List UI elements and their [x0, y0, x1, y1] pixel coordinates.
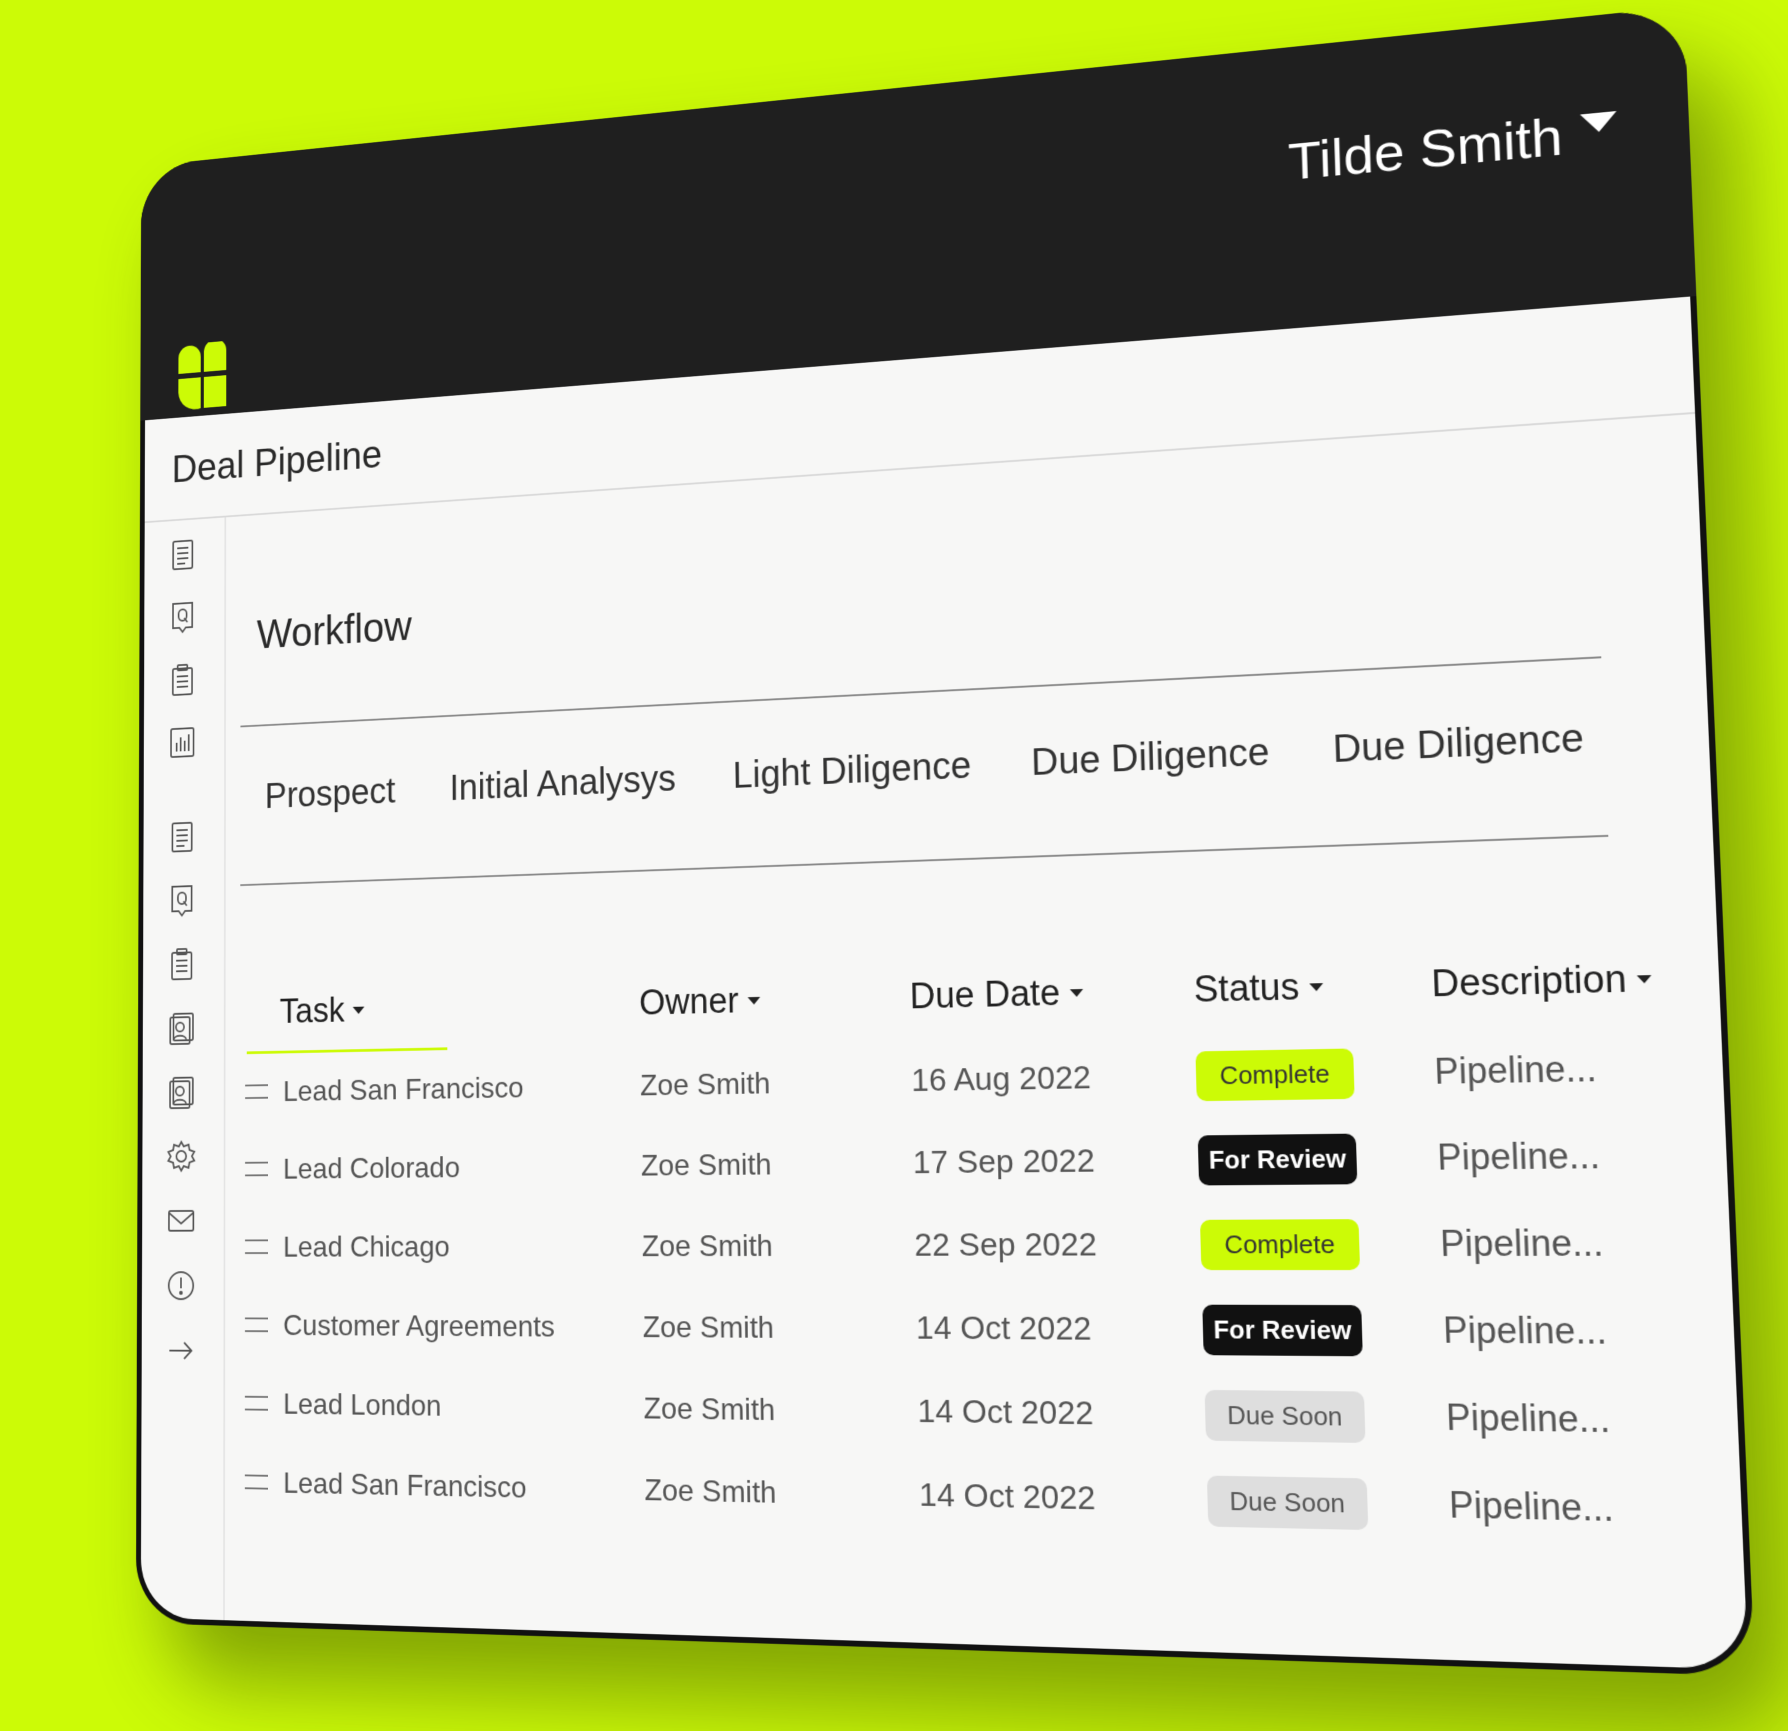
- due-date-cell: 17 Sep 2022: [913, 1141, 1199, 1182]
- sort-caret-icon: [1069, 989, 1082, 997]
- sort-caret-icon: [1309, 983, 1323, 991]
- divider: [240, 835, 1608, 886]
- status-cell: Due Soon: [1207, 1475, 1450, 1531]
- task-cell: Lead Chicago: [240, 1228, 642, 1263]
- arrow-right-icon[interactable]: [164, 1332, 197, 1368]
- column-header-status[interactable]: Status: [1193, 963, 1432, 1011]
- status-cell: For Review: [1202, 1304, 1444, 1356]
- owner-cell: Zoe Smith: [643, 1309, 917, 1346]
- main-content: Workflow Prospect Initial Analysys Light…: [240, 418, 1684, 1667]
- task-cell: Lead San Francisco: [240, 1465, 645, 1507]
- workflow-title: Workflow: [257, 601, 412, 658]
- workflow-stages: Prospect Initial Analysys Light Diligenc…: [240, 716, 1605, 818]
- task-name: Lead Colorado: [283, 1150, 460, 1185]
- owner-cell: Zoe Smith: [641, 1145, 913, 1183]
- column-header-label: Description: [1431, 958, 1628, 1006]
- owner-cell: Zoe Smith: [644, 1472, 919, 1513]
- task-name: Lead San Francisco: [283, 1466, 527, 1505]
- column-header-label: Status: [1193, 967, 1300, 1011]
- status-cell: For Review: [1198, 1132, 1438, 1185]
- status-badge: For Review: [1198, 1133, 1358, 1185]
- column-header-owner[interactable]: Owner: [639, 977, 910, 1024]
- document-icon[interactable]: [166, 819, 198, 855]
- tablet-frame: Tilde Smith Deal Pipeline Workflow Prosp…: [136, 6, 1755, 1676]
- due-date-cell: 14 Oct 2022: [919, 1476, 1208, 1520]
- drag-handle-icon[interactable]: [245, 1396, 268, 1411]
- sort-caret-icon: [748, 997, 761, 1005]
- stage: Tilde Smith Deal Pipeline Workflow Prosp…: [0, 0, 1788, 1731]
- description-cell: Pipeline...: [1445, 1396, 1632, 1441]
- drag-handle-icon[interactable]: [245, 1084, 268, 1099]
- owner-cell: Zoe Smith: [642, 1227, 915, 1263]
- contact-card-icon[interactable]: [165, 1010, 197, 1046]
- status-cell: Complete: [1195, 1046, 1435, 1100]
- description-cell: Pipeline...: [1437, 1135, 1622, 1179]
- status-badge: Due Soon: [1207, 1475, 1368, 1529]
- drag-handle-icon[interactable]: [245, 1474, 268, 1489]
- due-date-cell: 22 Sep 2022: [914, 1225, 1201, 1264]
- due-date-cell: 14 Oct 2022: [917, 1392, 1206, 1434]
- description-cell: Pipeline...: [1439, 1222, 1625, 1265]
- column-header-description[interactable]: Description: [1431, 957, 1653, 1005]
- task-name: Lead London: [283, 1387, 441, 1423]
- page-title: Deal Pipeline: [172, 433, 382, 492]
- sort-caret-icon: [353, 1007, 365, 1014]
- status-badge: For Review: [1202, 1304, 1363, 1356]
- stage-tab-prospect[interactable]: Prospect: [265, 771, 396, 817]
- clipboard-icon[interactable]: [166, 661, 198, 698]
- quote-doc-icon[interactable]: [166, 882, 198, 918]
- bar-chart-icon[interactable]: [166, 724, 198, 761]
- divider: [240, 656, 1601, 727]
- stage-tab-initial-analysis[interactable]: Initial Analysys: [449, 758, 676, 809]
- clipboard-icon[interactable]: [166, 946, 198, 982]
- task-cell: Lead London: [240, 1386, 644, 1425]
- table-row[interactable]: Customer Agreements Zoe Smith 14 Oct 202…: [240, 1286, 1630, 1376]
- stage-tab-light-diligence[interactable]: Light Diligence: [733, 745, 972, 797]
- mail-icon[interactable]: [165, 1203, 198, 1239]
- column-header-label: Owner: [639, 981, 739, 1023]
- column-header-task[interactable]: Task: [240, 984, 639, 1033]
- due-date-cell: 16 Aug 2022: [911, 1057, 1197, 1099]
- task-cell: Lead San Francisco: [240, 1068, 640, 1109]
- sort-caret-icon: [1637, 975, 1652, 983]
- stage-tab-due-diligence-2[interactable]: Due Diligence: [1332, 717, 1585, 772]
- status-badge: Complete: [1200, 1219, 1360, 1270]
- owner-cell: Zoe Smith: [640, 1063, 912, 1102]
- drag-handle-icon[interactable]: [245, 1239, 268, 1254]
- table-row[interactable]: Lead Chicago Zoe Smith 22 Sep 2022 Compl…: [240, 1200, 1626, 1288]
- task-cell: Lead Colorado: [240, 1148, 641, 1186]
- description-cell: Pipeline...: [1434, 1048, 1619, 1093]
- task-name: Lead Chicago: [283, 1229, 450, 1263]
- column-header-label: Task: [280, 991, 345, 1031]
- drag-handle-icon[interactable]: [245, 1317, 268, 1332]
- task-cell: Customer Agreements: [240, 1308, 643, 1344]
- status-badge: Due Soon: [1205, 1389, 1366, 1442]
- due-date-cell: 14 Oct 2022: [916, 1309, 1204, 1349]
- column-header-label: Due Date: [909, 973, 1060, 1018]
- description-cell: Pipeline...: [1442, 1309, 1628, 1353]
- user-menu[interactable]: Tilde Smith: [1287, 100, 1618, 193]
- document-icon[interactable]: [167, 537, 199, 574]
- drag-handle-icon[interactable]: [245, 1162, 268, 1177]
- quote-doc-icon[interactable]: [167, 599, 199, 636]
- task-name: Customer Agreements: [283, 1308, 555, 1344]
- brand-logo-icon: [172, 341, 230, 413]
- owner-cell: Zoe Smith: [643, 1390, 917, 1429]
- app-screen: Deal Pipeline Workflow Prospect Initial …: [141, 297, 1749, 1670]
- stage-tab-due-diligence[interactable]: Due Diligence: [1031, 731, 1270, 784]
- alert-icon[interactable]: [165, 1268, 198, 1304]
- description-cell: Pipeline...: [1448, 1484, 1635, 1531]
- status-cell: Complete: [1200, 1218, 1441, 1269]
- caret-down-icon: [1580, 111, 1617, 134]
- user-name: Tilde Smith: [1287, 105, 1563, 192]
- gear-icon[interactable]: [165, 1138, 198, 1174]
- task-table: Task Owner Due Date Status Description L…: [240, 935, 1637, 1554]
- status-badge: Complete: [1195, 1048, 1354, 1101]
- contact-card-icon[interactable]: [165, 1074, 198, 1110]
- task-name: Lead San Francisco: [283, 1070, 524, 1108]
- status-cell: Due Soon: [1205, 1389, 1447, 1443]
- column-header-due-date[interactable]: Due Date: [909, 969, 1194, 1017]
- sidebar: [141, 517, 226, 1620]
